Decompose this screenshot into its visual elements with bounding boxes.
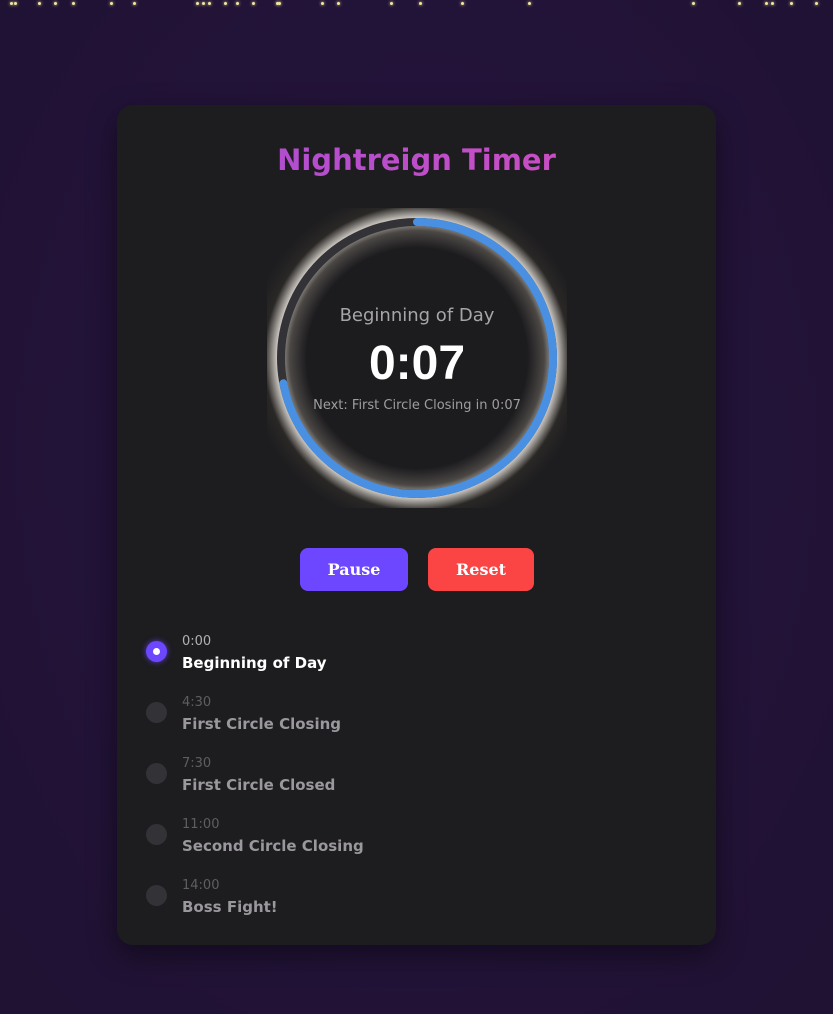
sparkle-dot bbox=[38, 2, 41, 5]
app-title: Nightreign Timer bbox=[117, 143, 716, 177]
phase-indicator-icon bbox=[146, 702, 167, 723]
sparkle-dot bbox=[337, 2, 340, 5]
sparkle-dot bbox=[54, 2, 57, 5]
sparkle-dot bbox=[236, 2, 239, 5]
phase-indicator-icon bbox=[146, 824, 167, 845]
phase-name: Second Circle Closing bbox=[182, 837, 364, 855]
sparkle-dot bbox=[692, 2, 695, 5]
sparkle-dot bbox=[419, 2, 422, 5]
phase-indicator-icon bbox=[146, 641, 167, 662]
sparkle-dot bbox=[133, 2, 136, 5]
phase-item-first-circle-closing: 4:30 First Circle Closing bbox=[146, 693, 686, 754]
sparkle-dot bbox=[771, 2, 774, 5]
next-phase-text: Next: First Circle Closing in 0:07 bbox=[313, 398, 521, 413]
sparkle-dot bbox=[252, 2, 255, 5]
phase-time: 14:00 bbox=[182, 878, 220, 893]
sparkle-dot bbox=[224, 2, 227, 5]
sparkle-dot bbox=[738, 2, 741, 5]
phase-name: First Circle Closed bbox=[182, 776, 336, 794]
sparkle-dot bbox=[321, 2, 324, 5]
phase-item-beginning-of-day: 0:00 Beginning of Day bbox=[146, 632, 686, 693]
sparkle-dot bbox=[14, 2, 17, 5]
phase-time: 0:00 bbox=[182, 634, 212, 649]
phase-item-boss-fight: 14:00 Boss Fight! bbox=[146, 876, 686, 937]
phase-indicator-icon bbox=[146, 885, 167, 906]
sparkle-dot bbox=[278, 2, 281, 5]
sparkle-dot bbox=[202, 2, 205, 5]
sparkle-dot bbox=[208, 2, 211, 5]
sparkle-decoration bbox=[0, 0, 833, 8]
timer-card: Nightreign Timer Beginning of Day 0:07 N… bbox=[117, 105, 716, 945]
sparkle-dot bbox=[196, 2, 199, 5]
sparkle-dot bbox=[461, 2, 464, 5]
timer-display: 0:07 bbox=[368, 337, 466, 390]
phase-time: 4:30 bbox=[182, 695, 212, 710]
sparkle-dot bbox=[815, 2, 818, 5]
pause-button[interactable]: Pause bbox=[300, 548, 408, 591]
phase-time: 11:00 bbox=[182, 817, 220, 832]
sparkle-dot bbox=[72, 2, 75, 5]
sparkle-dot bbox=[390, 2, 393, 5]
sparkle-dot bbox=[765, 2, 768, 5]
sparkle-dot bbox=[790, 2, 793, 5]
phase-name: Boss Fight! bbox=[182, 898, 278, 916]
current-phase-label: Beginning of Day bbox=[339, 305, 495, 326]
phase-indicator-icon bbox=[146, 763, 167, 784]
reset-button[interactable]: Reset bbox=[428, 548, 534, 591]
sparkle-dot bbox=[528, 2, 531, 5]
phase-item-second-circle-closing: 11:00 Second Circle Closing bbox=[146, 815, 686, 876]
phase-name: First Circle Closing bbox=[182, 715, 342, 733]
phase-item-first-circle-closed: 7:30 First Circle Closed bbox=[146, 754, 686, 815]
sparkle-dot bbox=[10, 2, 13, 5]
timer-ring: Beginning of Day 0:07 Next: First Circle… bbox=[267, 208, 567, 508]
phase-time: 7:30 bbox=[182, 756, 212, 771]
phase-list: 0:00 Beginning of Day 4:30 First Circle … bbox=[146, 632, 686, 937]
phase-name: Beginning of Day bbox=[182, 654, 327, 672]
sparkle-dot bbox=[110, 2, 113, 5]
